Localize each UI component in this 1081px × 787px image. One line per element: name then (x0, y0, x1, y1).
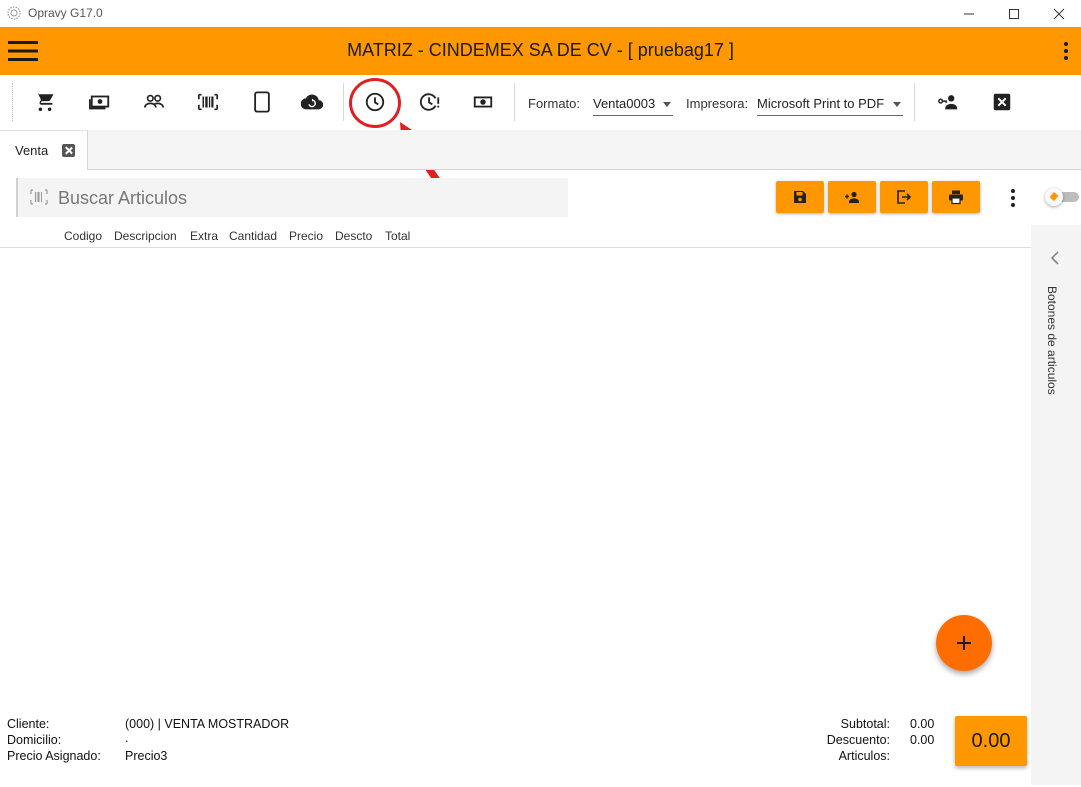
cloud-sync-button[interactable] (300, 90, 324, 114)
pin-toggle[interactable] (1045, 188, 1079, 206)
articulos-label: Articulos: (838, 749, 890, 763)
grid-header: Codigo Descripcion Extra Cantidad Precio… (0, 225, 1031, 248)
tab-strip: Venta (0, 130, 1081, 170)
more-vertical-icon[interactable] (1063, 41, 1069, 61)
column-header[interactable]: Total (385, 229, 410, 243)
tablet-button[interactable] (250, 90, 274, 114)
close-icon (1053, 8, 1065, 19)
maximize-icon (1009, 8, 1019, 19)
descuento-value: 0.00 (910, 733, 935, 747)
sale-footer: Cliente: (000) | VENTA MOSTRADOR Domicil… (0, 713, 1031, 787)
cart-icon (34, 92, 54, 112)
plus-icon (957, 636, 971, 650)
dropdown-caret-icon (663, 102, 671, 107)
subtotal-label: Subtotal: (840, 717, 890, 731)
precio-asignado-label: Precio Asignado: (7, 749, 101, 763)
subtotal-value: 0.00 (910, 717, 935, 731)
add-item-button[interactable] (936, 615, 992, 671)
save-icon (794, 191, 806, 203)
print-icon (949, 190, 963, 205)
descuento-label: Descuento: (826, 733, 890, 747)
options-vertical-icon[interactable] (1009, 188, 1017, 208)
formato-value: Venta0003 (593, 96, 656, 111)
maximize-button[interactable] (991, 0, 1037, 27)
cart-button[interactable] (33, 90, 57, 114)
add-client-button[interactable] (828, 181, 876, 213)
item-buttons-panel: Botones de articulos (1031, 225, 1081, 785)
close-box-icon (993, 93, 1011, 111)
formato-select[interactable]: Venta0003 (593, 94, 673, 116)
column-header[interactable]: Descripcion (114, 229, 177, 243)
exit-button[interactable] (880, 181, 928, 213)
search-input[interactable] (58, 184, 558, 212)
user-key-icon (938, 95, 958, 110)
tab-label: Venta (15, 143, 49, 158)
barcode-button[interactable] (196, 90, 220, 114)
cash-icon (89, 95, 110, 110)
tablet-icon (254, 91, 270, 113)
impresora-value: Microsoft Print to PDF (757, 96, 885, 111)
formato-label: Formato: (528, 96, 581, 111)
cliente-value: (000) | VENTA MOSTRADOR (125, 717, 290, 731)
close-session-button[interactable] (990, 90, 1014, 114)
people-icon (144, 94, 164, 108)
search-box (16, 178, 568, 217)
save-button[interactable] (776, 181, 824, 213)
money-button[interactable] (471, 90, 495, 114)
minimize-button[interactable] (946, 0, 992, 27)
total-amount[interactable]: 0.00 (955, 716, 1027, 766)
precio-asignado-value: Precio3 (125, 749, 168, 763)
tab-venta[interactable]: Venta (0, 130, 88, 170)
add-user-icon (845, 191, 859, 203)
impresora-select[interactable]: Microsoft Print to PDF (757, 94, 903, 116)
exit-icon (897, 190, 912, 204)
column-header[interactable]: Descto (335, 229, 372, 243)
tab-close-icon[interactable] (62, 144, 75, 157)
barcode-scan-icon (30, 189, 48, 205)
domicilio-value: . (125, 731, 129, 745)
print-button[interactable] (932, 181, 980, 213)
pending-button[interactable] (418, 90, 442, 114)
clock-alert-icon (419, 93, 440, 111)
impresora-label: Impresora: (686, 96, 749, 111)
dropdown-caret-icon (893, 102, 901, 107)
domicilio-label: Domicilio: (7, 733, 62, 747)
user-key-button[interactable] (936, 90, 960, 114)
column-header[interactable]: Cantidad (229, 229, 277, 243)
cliente-label: Cliente: (7, 717, 50, 731)
app-header: MATRIZ - CINDEMEX SA DE CV - [ pruebag17… (0, 27, 1081, 75)
window-titlebar: Opravy G17.0 (0, 0, 1081, 27)
items-grid: Codigo Descripcion Extra Cantidad Precio… (0, 225, 1031, 713)
column-header[interactable]: Codigo (64, 229, 102, 243)
cloud-sync-icon (301, 94, 323, 110)
window-close-button[interactable] (1036, 0, 1081, 27)
side-panel-label[interactable]: Botones de articulos (1045, 286, 1059, 395)
main-toolbar: Formato: Venta0003 Impresora: Microsoft … (0, 75, 1081, 130)
chevron-left-icon[interactable] (1050, 251, 1060, 265)
barcode-icon (198, 93, 218, 111)
window-title: Opravy G17.0 (28, 6, 103, 20)
minimize-icon (964, 13, 974, 14)
column-header[interactable]: Precio (289, 229, 323, 243)
clients-button[interactable] (142, 90, 166, 114)
pin-icon (1045, 188, 1063, 206)
cash-button[interactable] (88, 90, 112, 114)
money-icon (473, 96, 493, 108)
app-logo-icon (7, 6, 21, 20)
column-header[interactable]: Extra (190, 229, 218, 243)
header-title: MATRIZ - CINDEMEX SA DE CV - [ pruebag17… (347, 40, 734, 60)
